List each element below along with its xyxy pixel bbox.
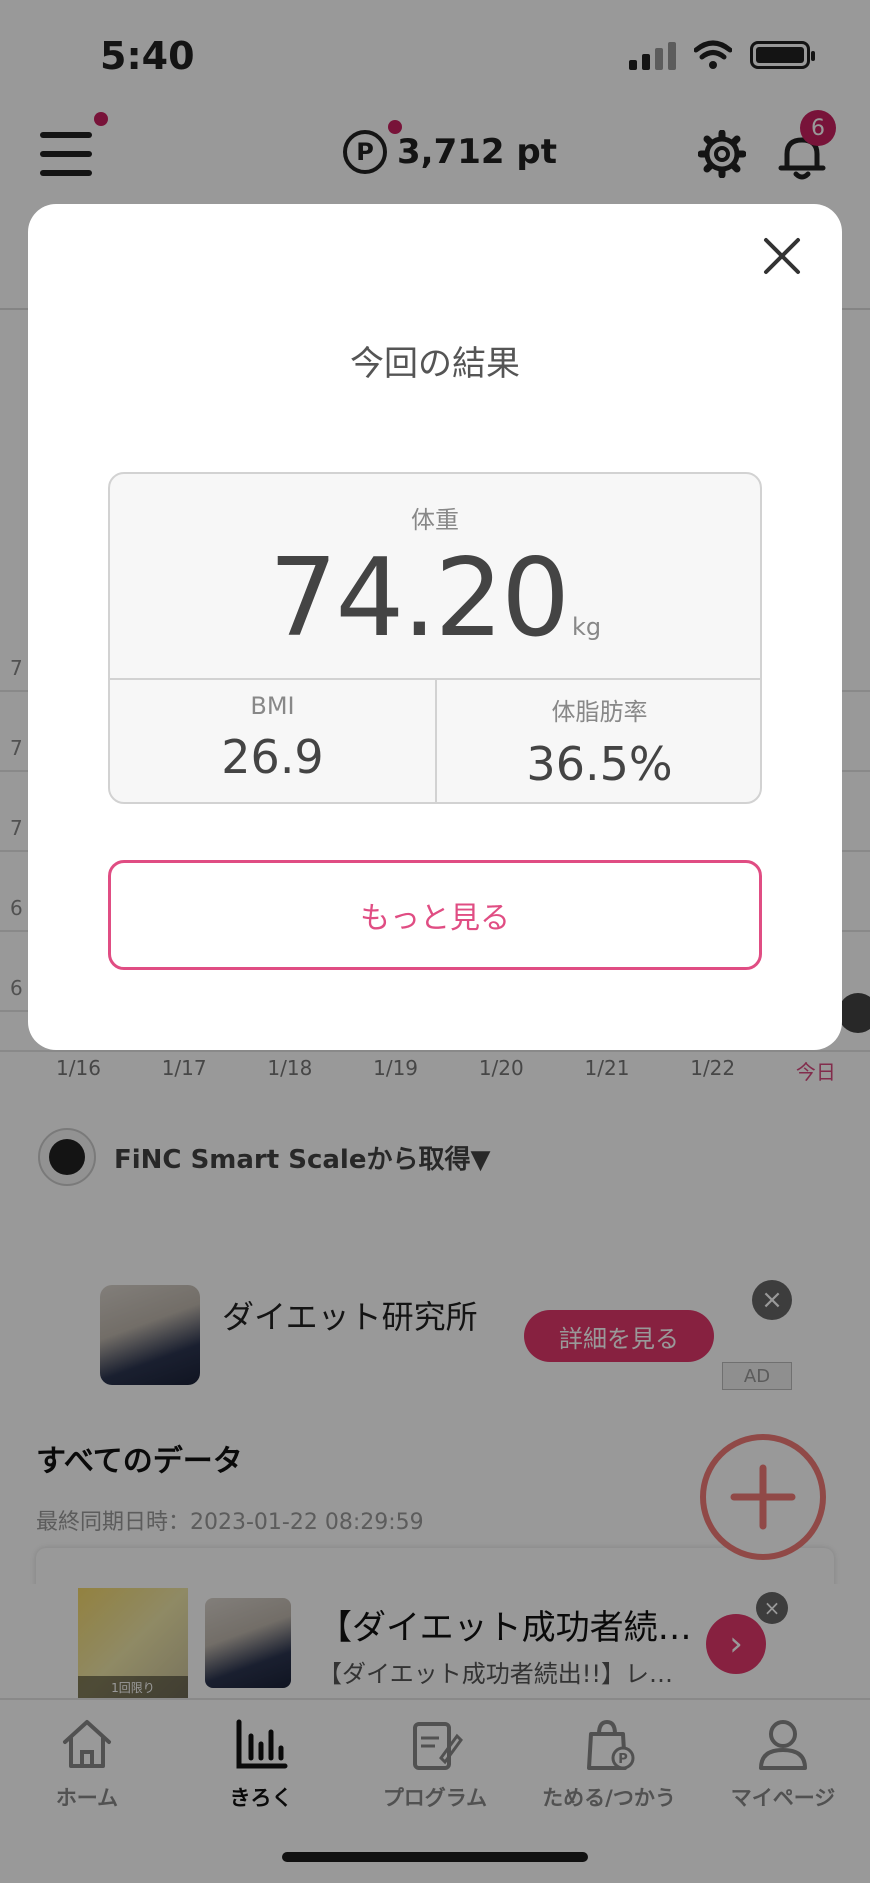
weight-value: 74.20	[268, 536, 570, 661]
body-fat-value: 36.5%	[526, 737, 673, 791]
bmi-metric: BMI 26.9	[110, 692, 435, 784]
weight-unit: kg	[572, 613, 602, 641]
modal-title: 今回の結果	[350, 344, 520, 384]
result-modal: 今回の結果 体重 74.20 kg BMI 26.9 体脂肪率 36.5% もっ…	[28, 204, 842, 1050]
body-fat-metric: 体脂肪率 36.5%	[437, 692, 760, 791]
home-indicator	[282, 1852, 588, 1862]
bmi-label: BMI	[250, 692, 295, 720]
see-more-button[interactable]: もっと見る	[108, 860, 762, 970]
close-icon[interactable]	[758, 232, 806, 280]
weight-label: 体重	[411, 506, 459, 534]
result-card: 体重 74.20 kg BMI 26.9 体脂肪率 36.5%	[108, 472, 762, 804]
body-fat-label: 体脂肪率	[551, 698, 648, 726]
bmi-value: 26.9	[221, 730, 324, 784]
weight-readout: 74.20 kg	[110, 536, 760, 661]
